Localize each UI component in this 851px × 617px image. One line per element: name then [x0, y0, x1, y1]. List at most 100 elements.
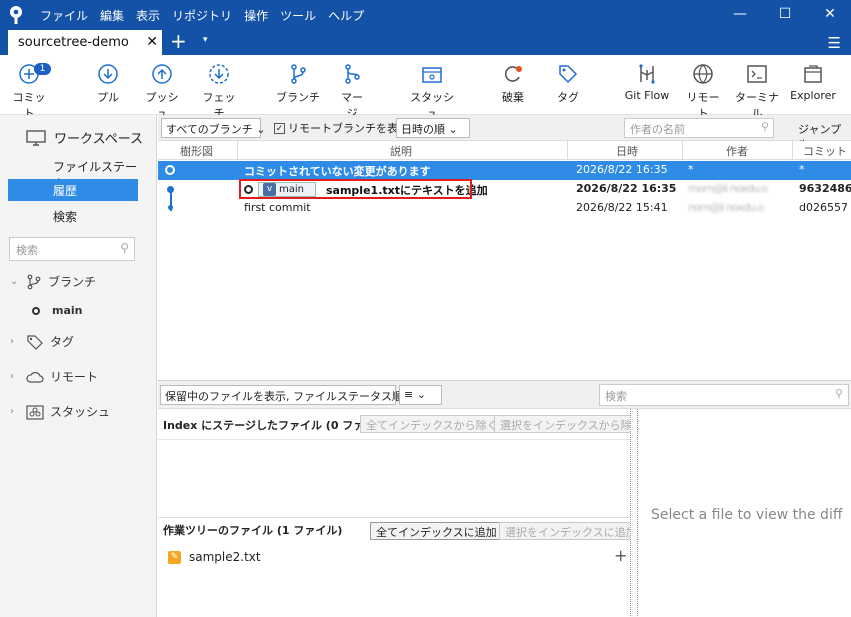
remotes-label: リモート — [50, 370, 99, 384]
close-window-button[interactable]: ✕ — [820, 6, 840, 22]
col-description[interactable]: 説明 — [390, 143, 412, 159]
commit-date: 2026/8/22 16:35 — [576, 182, 677, 195]
staged-files-header: Index にステージしたファイル (0 ファイル) 全てインデックスから除く … — [158, 413, 649, 435]
new-tab-button[interactable]: + — [170, 31, 187, 51]
col-date[interactable]: 日時 — [616, 143, 638, 159]
sidebar-item-file-status[interactable]: ファイルステータス — [8, 155, 138, 191]
chevron-right-icon: › — [10, 371, 14, 382]
remote-button[interactable]: リモート — [685, 63, 721, 121]
unstage-all-button[interactable]: 全てインデックスから除く — [360, 415, 504, 433]
working-file-item[interactable]: ✎ sample2.txt — [168, 550, 261, 564]
search-icon: ⚲ — [834, 387, 843, 400]
tab-label: sourcetree-demo — [18, 35, 129, 50]
col-author[interactable]: 作者 — [726, 143, 748, 159]
push-button[interactable]: プッシュ — [142, 63, 182, 121]
menu-view[interactable]: 表示 — [136, 7, 160, 24]
col-commit[interactable]: コミット — [803, 143, 847, 159]
show-remote-branches-checkbox[interactable]: ✓ リモートブランチを表示 — [274, 120, 409, 136]
tab-dropdown-icon[interactable]: ▾ — [203, 35, 208, 45]
stash-section-label: スタッシュ — [50, 405, 111, 419]
close-tab-icon[interactable]: ✕ — [146, 34, 158, 50]
branches-label: ブランチ — [48, 275, 97, 289]
chevron-down-icon: ⌄ — [10, 276, 19, 287]
sidebar-item-history[interactable]: 履歴 — [8, 179, 138, 201]
branch-label: ブランチ — [276, 91, 320, 104]
discard-label: 破棄 — [502, 91, 524, 104]
sidebar-search-input[interactable]: 検索 ⚲ — [9, 237, 135, 261]
commit-row-uncommitted[interactable]: コミットされていない変更があります 2026/8/22 16:35 * * — [158, 161, 851, 180]
tag-button[interactable]: タグ — [555, 63, 581, 105]
author-placeholder: 作者の名前 — [630, 123, 685, 136]
col-divider[interactable] — [567, 141, 568, 160]
uncommitted-node-icon — [165, 165, 175, 175]
staged-files-title: Index にステージしたファイル (0 ファイル) — [163, 419, 392, 432]
history-panel: すべてのブランチ ⌄ ✓ リモートブランチを表示 日時の順 ⌄ 作者の名前 ⚲ … — [158, 115, 851, 380]
view-mode-dropdown[interactable]: ≡ ⌄ — [399, 385, 442, 405]
file-search-input[interactable]: 検索 ⚲ — [599, 384, 849, 406]
diff-view: Select a file to view the diff — [639, 409, 851, 617]
minimize-button[interactable]: — — [730, 6, 750, 22]
commit-button[interactable]: 1 コミット — [12, 63, 51, 121]
sidebar-section-branches[interactable]: ⌄ ブランチ — [10, 273, 96, 290]
menu-help[interactable]: ヘルプ — [328, 7, 364, 24]
author-search-input[interactable]: 作者の名前 ⚲ — [624, 118, 774, 138]
menu-actions[interactable]: 操作 — [244, 7, 268, 24]
sidebar-section-remotes[interactable]: › リモート — [10, 368, 98, 385]
commit-date: 2026/8/22 15:41 — [576, 201, 668, 214]
explorer-button[interactable]: Explorer — [790, 63, 836, 102]
explorer-label: Explorer — [790, 89, 836, 102]
menubar: ファイル 編集 表示 リポジトリ 操作 ツール ヘルプ — ☐ ✕ — [0, 0, 851, 30]
sidebar-section-stash[interactable]: › スタッシュ — [10, 403, 110, 420]
stash-button[interactable]: スタッシュ — [406, 63, 458, 121]
terminal-button[interactable]: ターミナル — [734, 63, 780, 121]
sidebar-item-search[interactable]: 検索 — [8, 205, 138, 227]
monitor-icon — [26, 129, 46, 146]
commit-author: nom@ii noxdu.o — [688, 201, 764, 214]
branch-button[interactable]: ブランチ — [276, 63, 320, 105]
sidebar-section-tags[interactable]: › タグ — [10, 333, 74, 350]
commit-desc: コミットされていない変更があります — [244, 165, 431, 178]
commit-row[interactable]: first commit 2026/8/22 15:41 nom@ii noxd… — [158, 199, 851, 218]
order-dropdown[interactable]: 日時の順 ⌄ — [396, 118, 470, 138]
branch-filter-dropdown[interactable]: すべてのブランチ ⌄ — [161, 118, 266, 138]
commit-author: mom@ii noxdu.o — [688, 182, 768, 195]
current-branch-icon — [32, 306, 40, 315]
menu-tools[interactable]: ツール — [280, 7, 316, 24]
col-divider[interactable] — [682, 141, 683, 160]
working-tree-title: 作業ツリーのファイル (1 ファイル) — [163, 524, 343, 537]
gitflow-label: Git Flow — [624, 89, 670, 102]
menu-repository[interactable]: リポジトリ — [172, 7, 232, 24]
sidebar-branch-main[interactable]: main — [32, 304, 83, 317]
stage-file-plus-icon[interactable]: + — [614, 546, 627, 565]
stage-all-button[interactable]: 全てインデックスに追加 — [370, 522, 503, 540]
pull-button[interactable]: プル — [94, 63, 122, 105]
tab-sourcetree-demo[interactable]: sourcetree-demo ✕ — [8, 30, 162, 55]
menu-edit[interactable]: 編集 — [100, 7, 124, 24]
maximize-button[interactable]: ☐ — [775, 6, 795, 22]
tag-icon — [27, 334, 43, 350]
sidebar-search-placeholder: 検索 — [16, 244, 38, 257]
hamburger-menu-icon[interactable]: ☰ — [828, 34, 841, 52]
commit-hash: d026557 — [799, 201, 848, 214]
stage-selected-button[interactable]: 選択をインデックスに追加 — [499, 522, 643, 540]
col-divider[interactable] — [792, 141, 793, 160]
pull-label: プル — [97, 91, 119, 104]
unstage-selected-button[interactable]: 選択をインデックスから除く — [494, 415, 649, 433]
modified-file-icon: ✎ — [168, 550, 181, 564]
commit-hash: 9632486 — [799, 182, 851, 195]
discard-button[interactable]: 破棄 — [500, 63, 526, 105]
col-divider[interactable] — [237, 141, 238, 160]
merge-button[interactable]: マージ — [336, 63, 368, 121]
fetch-button[interactable]: フェッチ — [199, 63, 239, 121]
menu-file[interactable]: ファイル — [40, 7, 88, 24]
branch-main-label: main — [52, 304, 83, 317]
staged-files-list — [158, 439, 630, 515]
workspace-label: ワークスペース — [54, 132, 144, 147]
pending-files-dropdown[interactable]: 保留中のファイルを表示, ファイルステータス順 ⌄ — [160, 385, 416, 405]
chevron-right-icon: › — [10, 406, 14, 417]
col-graph[interactable]: 樹形図 — [180, 143, 213, 159]
commit-author: * — [688, 163, 694, 176]
pane-splitter[interactable] — [630, 409, 638, 617]
gitflow-button[interactable]: Git Flow — [624, 63, 670, 102]
history-filter-bar: すべてのブランチ ⌄ ✓ リモートブランチを表示 日時の順 ⌄ 作者の名前 ⚲ … — [158, 115, 851, 152]
